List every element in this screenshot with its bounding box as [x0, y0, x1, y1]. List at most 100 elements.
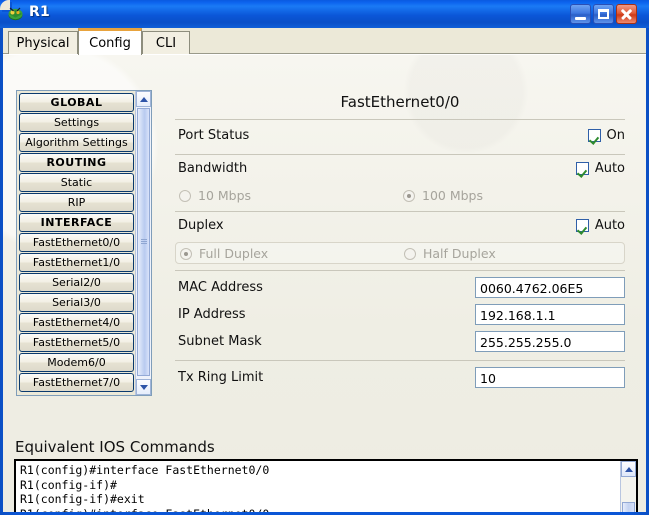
port-status-checkbox-label: On — [606, 128, 625, 143]
ios-scrollbar-thumb[interactable] — [622, 502, 635, 512]
sidebar-item-fastethernet7-0[interactable]: FastEthernet7/0 — [19, 373, 134, 392]
sidebar-scrollbar[interactable] — [135, 91, 151, 395]
sidebar-item-interface[interactable]: INTERFACE — [19, 213, 134, 232]
radio-half-duplex[interactable]: Half Duplex — [404, 246, 496, 261]
sidebar-item-modem6-0[interactable]: Modem6/0 — [19, 353, 134, 372]
divider-addresses — [175, 360, 625, 361]
config-sidebar: GLOBAL Settings Algorithm Settings ROUTING S… — [16, 90, 152, 396]
interface-config-panel: FastEthernet0/0 Port Status On Bandwidth — [169, 89, 631, 399]
sidebar-item-label: FastEthernet0/0 — [32, 236, 121, 249]
panel-title: FastEthernet0/0 — [340, 93, 460, 111]
tab-physical-label: Physical — [16, 35, 70, 51]
sidebar-item-label: Serial2/0 — [52, 276, 101, 289]
mac-address-label: MAC Address — [178, 280, 263, 295]
sidebar-item-label: Settings — [53, 116, 100, 129]
config-page: GLOBAL Settings Algorithm Settings ROUTING S… — [3, 54, 646, 512]
sidebar-item-serial2-0[interactable]: Serial2/0 — [19, 273, 134, 292]
ip-address-label: IP Address — [178, 307, 246, 322]
sidebar-scroll-down-button[interactable] — [136, 379, 151, 395]
sidebar-item-fastethernet4-0[interactable]: FastEthernet4/0 — [19, 313, 134, 332]
subnet-mask-label: Subnet Mask — [178, 334, 262, 349]
sidebar-item-global[interactable]: GLOBAL — [19, 93, 134, 112]
ios-commands-label: Equivalent IOS Commands — [15, 438, 215, 456]
sidebar-item-label: Modem6/0 — [47, 356, 106, 369]
ios-commands-text: R1(config)#interface FastEthernet0/0 R1(… — [20, 463, 270, 512]
close-button[interactable] — [616, 4, 637, 24]
radio-half-duplex-label: Half Duplex — [423, 246, 496, 261]
sidebar-scroll-up-button[interactable] — [136, 91, 151, 107]
tab-cli[interactable]: CLI — [142, 31, 190, 54]
radio-full-duplex[interactable]: Full Duplex — [180, 246, 268, 261]
sidebar-scrollbar-thumb[interactable] — [137, 108, 150, 376]
sidebar-item-label: FastEthernet4/0 — [32, 316, 121, 329]
chevron-up-icon — [139, 96, 148, 102]
radio-100-mbps-label: 100 Mbps — [422, 188, 483, 203]
divider-title — [175, 119, 625, 120]
sidebar-item-label: ROUTING — [46, 156, 107, 169]
bandwidth-label: Bandwidth — [178, 161, 248, 176]
bandwidth-auto-checkbox[interactable]: Auto — [575, 161, 625, 176]
router-config-window: R1 Physical Config CLI GLOBAL Settings A… — [0, 0, 649, 515]
sidebar-item-serial3-0[interactable]: Serial3/0 — [19, 293, 134, 312]
ios-scrollbar[interactable] — [620, 461, 636, 512]
sidebar-item-fastethernet5-0[interactable]: FastEthernet5/0 — [19, 333, 134, 352]
divider-port-status — [175, 154, 625, 155]
sidebar-item-routing[interactable]: ROUTING — [19, 153, 134, 172]
chevron-down-icon — [139, 384, 148, 390]
sidebar-item-label: FastEthernet5/0 — [32, 336, 121, 349]
row-ip-address: IP Address 192.168.1.1 — [175, 304, 625, 328]
duplex-label: Duplex — [178, 218, 224, 233]
port-status-label: Port Status — [178, 128, 250, 143]
duplex-options: Full Duplex Half Duplex — [175, 242, 625, 264]
ios-scroll-up-button[interactable] — [621, 461, 636, 477]
row-port-status: Port Status On — [175, 128, 625, 150]
divider-bandwidth — [175, 211, 625, 212]
radio-10-mbps-label: 10 Mbps — [198, 188, 252, 203]
sidebar-item-label: Static — [60, 176, 93, 189]
checkbox-box-icon — [587, 129, 601, 142]
maximize-button[interactable] — [593, 4, 614, 24]
tx-ring-limit-input[interactable]: 10 — [475, 367, 625, 388]
router-device-icon — [8, 7, 23, 21]
port-status-checkbox[interactable]: On — [587, 128, 625, 143]
equivalent-ios-commands-section: Equivalent IOS Commands R1(config)#inter… — [12, 438, 640, 512]
window-titlebar: R1 — [0, 0, 649, 28]
config-sidebar-list: GLOBAL Settings Algorithm Settings ROUTING S… — [17, 91, 136, 395]
duplex-auto-label: Auto — [594, 218, 625, 233]
sidebar-item-fastethernet0-0[interactable]: FastEthernet0/0 — [19, 233, 134, 252]
bandwidth-auto-label: Auto — [594, 161, 625, 176]
tab-config-label: Config — [89, 35, 131, 51]
bandwidth-options: 10 Mbps 100 Mbps — [175, 185, 625, 207]
sidebar-item-settings[interactable]: Settings — [19, 113, 134, 132]
scrollbar-grip-icon — [141, 239, 147, 245]
divider-duplex — [175, 270, 625, 271]
sidebar-item-algorithm-settings[interactable]: Algorithm Settings — [19, 133, 134, 152]
sidebar-item-label: FastEthernet1/0 — [32, 256, 121, 269]
sidebar-item-rip[interactable]: RIP — [19, 193, 134, 212]
minimize-button[interactable] — [570, 4, 591, 24]
tx-ring-limit-label: Tx Ring Limit — [178, 370, 264, 385]
mac-address-input[interactable]: 0060.4762.06E5 — [475, 277, 625, 298]
row-bandwidth: Bandwidth Auto — [175, 161, 625, 183]
window-title: R1 — [29, 4, 50, 20]
duplex-auto-checkbox[interactable]: Auto — [575, 218, 625, 233]
ip-address-input[interactable]: 192.168.1.1 — [475, 304, 625, 325]
sidebar-item-fastethernet1-0[interactable]: FastEthernet1/0 — [19, 253, 134, 272]
checkbox-box-icon — [575, 162, 589, 175]
row-mac-address: MAC Address 0060.4762.06E5 — [175, 277, 625, 301]
radio-10-mbps[interactable]: 10 Mbps — [179, 188, 251, 203]
row-duplex: Duplex Auto — [175, 218, 625, 240]
radio-100-mbps[interactable]: 100 Mbps — [403, 188, 483, 203]
sidebar-item-label: Serial3/0 — [52, 296, 101, 309]
tab-config[interactable]: Config — [78, 28, 142, 55]
sidebar-item-label: INTERFACE — [40, 216, 113, 229]
sidebar-item-label: RIP — [67, 196, 86, 209]
window-client-area: Physical Config CLI GLOBAL Settings Algori… — [3, 28, 646, 512]
subnet-mask-input[interactable]: 255.255.255.0 — [475, 331, 625, 352]
tab-physical[interactable]: Physical — [8, 31, 78, 54]
radio-circle-selected-icon — [403, 189, 415, 202]
ios-commands-box[interactable]: R1(config)#interface FastEthernet0/0 R1(… — [14, 459, 638, 512]
sidebar-item-static[interactable]: Static — [19, 173, 134, 192]
radio-circle-icon — [179, 189, 191, 202]
sidebar-item-label: GLOBAL — [50, 96, 103, 109]
